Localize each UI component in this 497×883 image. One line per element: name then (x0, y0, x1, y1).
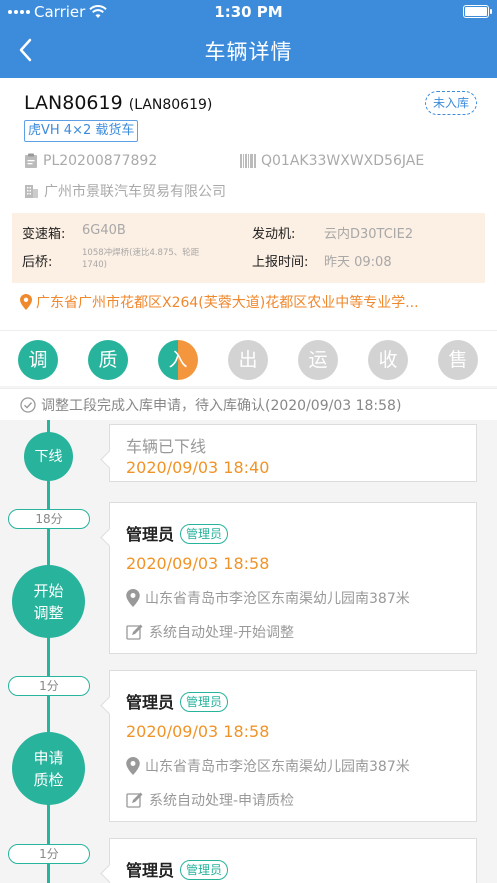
axle-value: 1058冲焊桥(速比4.875、轮距1740) (82, 248, 200, 270)
stage-adjust[interactable]: 调 (18, 340, 58, 380)
status-notice: 调整工段完成入库申请，待入库确认(2020/09/03 18:58) (0, 388, 497, 420)
location-pin-icon (126, 757, 140, 775)
storage-status-badge: 未入库 (425, 91, 477, 115)
vin-row: Q01AK33WXWXD56JAE (240, 153, 424, 169)
company-name: 广州市景联汽车贸易有限公司 (44, 184, 226, 200)
event-desc-row: 系统自动处理-开始调整 (126, 622, 294, 642)
company-row: 广州市景联汽车贸易有限公司 (24, 181, 226, 201)
stage-transport[interactable]: 运 (298, 340, 338, 380)
battery-icon (463, 5, 492, 18)
nav-header: Carrier 1:30 PM 车辆详情 (0, 0, 497, 78)
pl-code: PL20200877892 (43, 153, 158, 169)
engine-value: 云内D30TCIE2 (324, 227, 414, 242)
plate-sub: (LAN80619) (128, 97, 213, 113)
duration-badge: 1分 (8, 676, 90, 696)
timeline-node-offline: 下线 (24, 432, 73, 481)
clipboard-icon (25, 153, 37, 168)
barcode-icon (240, 154, 256, 168)
event-desc: 系统自动处理-开始调整 (149, 625, 295, 641)
timeline-line (47, 420, 50, 883)
engine-label: 发动机: (252, 227, 296, 242)
event-desc: 系统自动处理-申请质检 (149, 793, 295, 809)
vehicle-address: 广东省广州市花都区X264(芙蓉大道)花都区农业中等专业学... (36, 295, 419, 311)
event-card: 车辆已下线 2020/09/03 18:40 (109, 424, 477, 482)
event-time: 2020/09/03 18:58 (126, 554, 270, 573)
vin-code: Q01AK33WXWXD56JAE (261, 153, 425, 169)
operator-name: 管理员 (126, 693, 175, 712)
gearbox-value: 6G40B (82, 223, 126, 238)
event-card: 管理员 管理员 2020/09/03 18:58 山东省青岛市李沧区东南渠幼儿园南… (109, 502, 477, 654)
report-time-label: 上报时间: (252, 255, 309, 270)
role-badge: 管理员 (180, 524, 229, 544)
spec-box: 变速箱: 6G40B 发动机: 云内D30TCIE2 后桥: 1058冲焊桥(速… (12, 213, 485, 283)
stage-stock-out[interactable]: 出 (228, 340, 268, 380)
timeline: 下线 18分 开始 调整 1分 申请 质检 1分 车辆已下线 2020/09/0… (0, 420, 497, 883)
event-time: 2020/09/03 18:58 (126, 722, 270, 741)
axle-label: 后桥: (22, 255, 53, 270)
building-icon (25, 184, 38, 198)
notice-text: 调整工段完成入库申请，待入库确认(2020/09/03 18:58) (41, 397, 402, 414)
duration-badge: 18分 (8, 509, 90, 529)
edit-icon (126, 624, 143, 640)
vehicle-model-tag: 虎VH 4×2 载货车 (24, 120, 139, 142)
status-bar: Carrier 1:30 PM (0, 0, 497, 26)
vehicle-info-card: LAN80619 (LAN80619) 未入库 虎VH 4×2 载货车 PL20… (0, 78, 497, 330)
event-operator: 管理员 管理员 (126, 857, 229, 881)
event-title: 车辆已下线 (126, 437, 207, 456)
gearbox-label: 变速箱: (22, 227, 66, 242)
timeline-node-apply-qc: 申请 质检 (12, 732, 85, 805)
event-location-row: 山东省青岛市李沧区东南渠幼儿园南387米 (126, 756, 410, 776)
stage-progress-bar: 调 质 入 出 运 收 售 (0, 330, 497, 386)
event-time: 2020/09/03 18:40 (126, 458, 270, 477)
page-title: 车辆详情 (204, 40, 293, 64)
plate-number: LAN80619 (24, 92, 123, 114)
operator-name: 管理员 (126, 861, 175, 880)
event-operator: 管理员 管理员 (126, 521, 229, 545)
duration-badge: 1分 (8, 844, 90, 864)
role-badge: 管理员 (180, 692, 229, 712)
event-card: 管理员 管理员 2020/09/03 18:58 山东省青岛市李沧区东南渠幼儿园南… (109, 670, 477, 822)
event-location: 山东省青岛市李沧区东南渠幼儿园南387米 (145, 759, 410, 775)
event-desc-row: 系统自动处理-申请质检 (126, 790, 294, 810)
event-card: 管理员 管理员 (109, 838, 477, 883)
pl-code-row: PL20200877892 (24, 153, 157, 169)
event-location: 山东省青岛市李沧区东南渠幼儿园南387米 (145, 591, 410, 607)
role-badge: 管理员 (180, 860, 229, 880)
timeline-node-start-adjust: 开始 调整 (12, 565, 85, 638)
stage-sell[interactable]: 售 (438, 340, 478, 380)
report-time-value: 昨天 09:08 (324, 255, 392, 270)
event-location-row: 山东省青岛市李沧区东南渠幼儿园南387米 (126, 588, 410, 608)
check-circle-icon (20, 396, 36, 413)
clock: 1:30 PM (214, 3, 283, 21)
edit-icon (126, 792, 143, 808)
location-pin-icon (126, 589, 140, 607)
address-row[interactable]: 广东省广州市花都区X264(芙蓉大道)花都区农业中等专业学... (20, 292, 419, 312)
event-operator: 管理员 管理员 (126, 689, 229, 713)
vehicle-plate: LAN80619 (LAN80619) (24, 92, 212, 114)
stage-receive[interactable]: 收 (368, 340, 408, 380)
operator-name: 管理员 (126, 525, 175, 544)
location-pin-icon (20, 294, 32, 310)
stage-quality[interactable]: 质 (88, 340, 128, 380)
stage-stock-in[interactable]: 入 (158, 340, 198, 380)
